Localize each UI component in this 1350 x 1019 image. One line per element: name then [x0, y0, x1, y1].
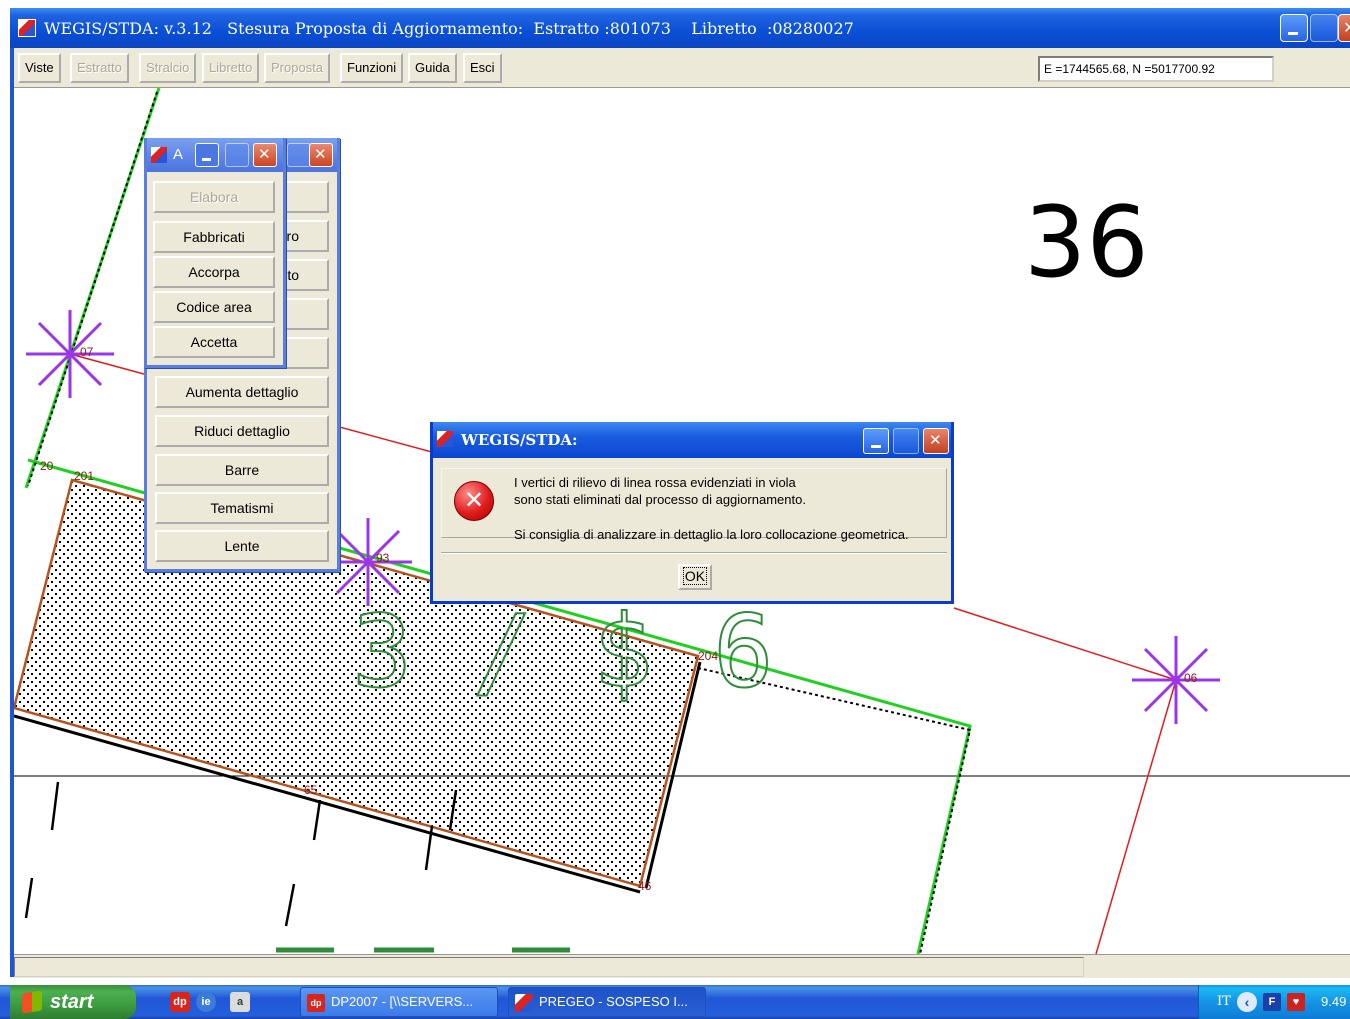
- task-dp2007-label: DP2007 - [\\SERVERS...: [331, 994, 474, 1009]
- tool-window-actions-title: A: [173, 146, 184, 163]
- fabbricati-button[interactable]: Fabbricati: [153, 221, 275, 253]
- maximize-icon[interactable]: [225, 143, 249, 167]
- menu-estratto[interactable]: Estratto: [70, 53, 129, 83]
- windows-flag-icon: [22, 990, 42, 1014]
- marker-06: [1132, 636, 1220, 724]
- tool-window-actions[interactable]: A Elabora Fabbricati Accorpa Codice area…: [144, 138, 286, 368]
- point-label-93: 93: [376, 551, 390, 565]
- start-button[interactable]: start: [10, 985, 136, 1019]
- app-icon: [437, 431, 453, 447]
- error-icon: [454, 481, 494, 521]
- task-pregeo[interactable]: pregeo PREGEO - SOSPESO I...: [508, 987, 706, 1017]
- marker-07: [26, 310, 114, 398]
- point-label-20: 20: [40, 459, 54, 473]
- menu-guida[interactable]: Guida: [408, 53, 457, 83]
- task-dp2007[interactable]: dp DP2007 - [\\SERVERS...: [300, 987, 498, 1017]
- language-indicator[interactable]: IT: [1217, 994, 1231, 1009]
- task-pregeo-label: PREGEO - SOSPESO I...: [539, 994, 688, 1009]
- quick-launch-a-icon[interactable]: a: [230, 992, 250, 1012]
- aumenta-dettaglio-button[interactable]: Aumenta dettaglio: [155, 376, 329, 408]
- status-cell: [14, 957, 1084, 977]
- pregeo-icon: pregeo: [515, 994, 533, 1012]
- minimize-button[interactable]: [1280, 14, 1308, 42]
- close-icon[interactable]: [923, 428, 949, 454]
- point-label-65: 65: [304, 783, 318, 797]
- taskbar: start dp ie a dp DP2007 - [\\SERVERS... …: [0, 985, 1350, 1019]
- menu-libretto[interactable]: Libretto: [202, 53, 260, 83]
- error-dialog[interactable]: WEGIS/STDA: I vertici di rilievo di line…: [430, 422, 954, 604]
- maximize-icon[interactable]: [893, 428, 919, 454]
- maximize-icon[interactable]: [287, 143, 311, 167]
- tematismi-button[interactable]: Tematismi: [155, 492, 329, 524]
- sheet-number: 36: [1024, 186, 1149, 300]
- point-label-201: 201: [74, 469, 94, 483]
- error-message-line-1: I vertici di rilievo di linea rossa evid…: [514, 475, 796, 490]
- error-dialog-title: WEGIS/STDA:: [461, 431, 578, 449]
- clock: 9.49: [1321, 994, 1347, 1009]
- dialog-separator: [441, 552, 947, 554]
- accetta-button[interactable]: Accetta: [153, 326, 275, 358]
- tool-window-actions-titlebar[interactable]: A: [147, 138, 283, 172]
- tray-shield-icon[interactable]: ♥: [1287, 993, 1305, 1011]
- menu-esci[interactable]: Esci: [463, 53, 502, 83]
- point-label-204: 204: [698, 649, 718, 663]
- menu-funzioni[interactable]: Funzioni: [340, 53, 404, 83]
- error-dialog-body: I vertici di rilievo di linea rossa evid…: [441, 468, 947, 542]
- accorpa-button[interactable]: Accorpa: [153, 256, 275, 288]
- quick-launch-dp-icon[interactable]: dp: [170, 992, 190, 1012]
- elabora-button[interactable]: Elabora: [153, 181, 275, 213]
- dp-icon: dp: [307, 994, 325, 1012]
- quick-launch-browser-icon[interactable]: ie: [196, 992, 216, 1012]
- error-message-line-3: Si consiglia di analizzare in dettaglio …: [514, 527, 909, 542]
- point-label-06: 06: [1184, 671, 1198, 685]
- lente-button[interactable]: Lente: [155, 530, 329, 562]
- minimize-icon[interactable]: [863, 428, 889, 454]
- ok-button-label: OK: [682, 567, 708, 585]
- menu-viste[interactable]: Viste: [18, 53, 61, 83]
- app-icon: [151, 147, 167, 163]
- barre-button[interactable]: Barre: [155, 454, 329, 486]
- point-label-07: 07: [80, 345, 94, 359]
- start-label: start: [50, 991, 94, 1013]
- app-icon: [18, 19, 36, 37]
- coordinates-readout: E =1744565.68, N =5017700.92: [1038, 56, 1274, 82]
- system-tray: IT ‹ F ♥ 9.49: [1198, 985, 1350, 1019]
- tray-f-icon[interactable]: F: [1263, 993, 1281, 1011]
- ok-button[interactable]: OK: [678, 564, 712, 590]
- window-titlebar[interactable]: WEGIS/STDA: v.3.12 Stesura Proposta di A…: [10, 8, 1350, 48]
- maximize-button[interactable]: [1310, 14, 1338, 42]
- error-message-line-2: sono stati eliminati dal processo di agg…: [514, 492, 806, 507]
- window-title: WEGIS/STDA: v.3.12 Stesura Proposta di A…: [44, 18, 854, 38]
- point-label-46: 46: [638, 879, 652, 893]
- close-icon[interactable]: [253, 143, 277, 167]
- menu-proposta[interactable]: Proposta: [264, 53, 331, 83]
- close-icon[interactable]: [309, 143, 333, 167]
- codice-area-button[interactable]: Codice area: [153, 291, 275, 323]
- minimize-icon[interactable]: [195, 143, 219, 167]
- statusbar: [14, 954, 1350, 978]
- error-dialog-titlebar[interactable]: WEGIS/STDA:: [433, 422, 951, 458]
- close-button[interactable]: [1338, 14, 1350, 42]
- menu-stralcio[interactable]: Stralcio: [139, 53, 197, 83]
- menubar: Viste Estratto Stralcio Libretto Propost…: [14, 48, 1350, 88]
- chevron-left-icon[interactable]: ‹: [1237, 992, 1257, 1012]
- riduci-dettaglio-button[interactable]: Riduci dettaglio: [155, 415, 329, 447]
